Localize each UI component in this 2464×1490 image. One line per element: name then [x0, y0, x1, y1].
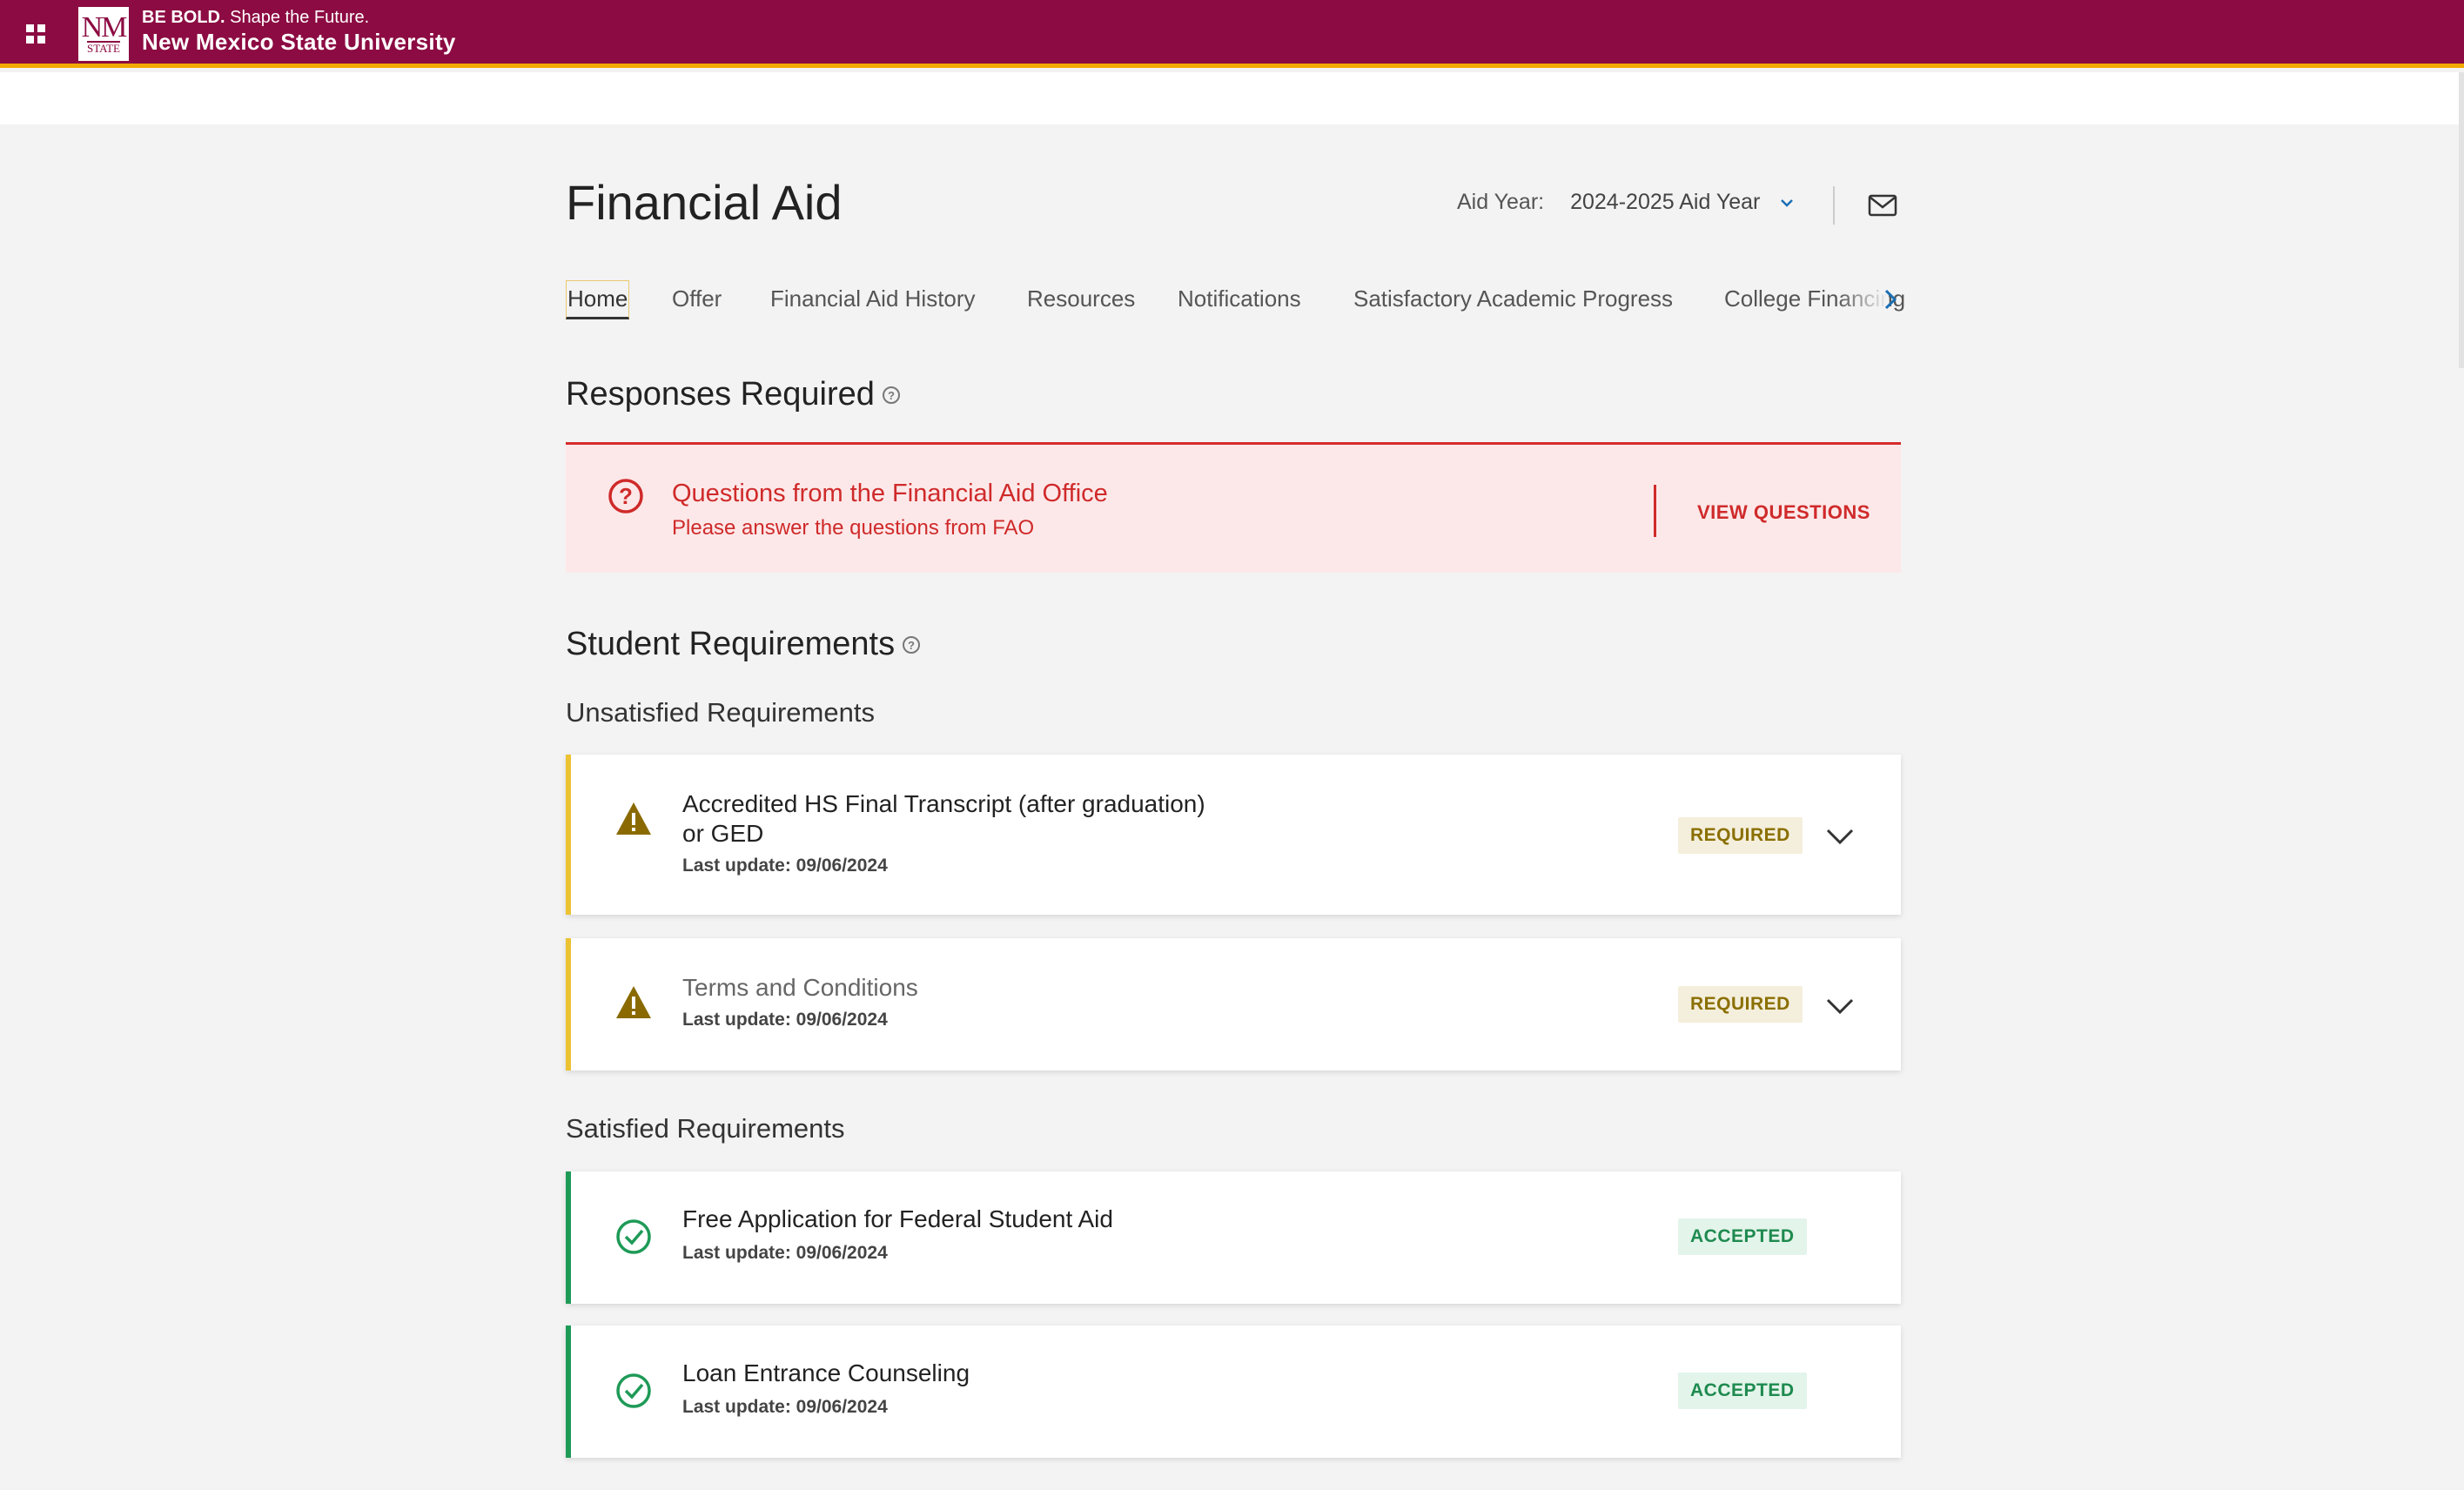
- help-circle-icon[interactable]: ?: [882, 386, 901, 405]
- student-requirements-heading: Student Requirements ?: [566, 626, 921, 663]
- satisfied-requirements-heading: Satisfied Requirements: [566, 1113, 845, 1144]
- scrollbar[interactable]: [2459, 72, 2464, 368]
- requirement-title: Accredited HS Final Transcript (after gr…: [682, 790, 1205, 817]
- header-divider: [1833, 186, 1835, 225]
- brand-tagline: BE BOLD. Shape the Future.: [142, 7, 456, 28]
- university-name: New Mexico State University: [142, 29, 456, 55]
- logo-nm: NM: [81, 10, 128, 44]
- unsatisfied-requirements-heading: Unsatisfied Requirements: [566, 697, 875, 728]
- tab-resources[interactable]: Resources: [1025, 280, 1137, 318]
- requirement-card-hs-transcript[interactable]: Accredited HS Final Transcript (after gr…: [566, 755, 1901, 915]
- tab-financial-aid-history[interactable]: Financial Aid History: [769, 280, 977, 318]
- status-badge: ACCEPTED: [1678, 1373, 1807, 1409]
- requirement-card-fafsa: Free Application for Federal Student Aid…: [566, 1171, 1901, 1304]
- tab-offer[interactable]: Offer: [670, 280, 723, 318]
- grid-icon[interactable]: [26, 24, 45, 44]
- tab-home[interactable]: Home: [566, 280, 630, 319]
- requirement-card-loan-counseling: Loan Entrance Counseling Last update: 09…: [566, 1326, 1901, 1458]
- requirement-last-update: Last update: 09/06/2024: [682, 1397, 888, 1417]
- requirement-title-line2: or GED: [682, 820, 764, 847]
- chevron-down-icon[interactable]: [1779, 195, 1795, 211]
- warning-triangle-icon: [616, 986, 651, 1018]
- svg-text:?: ?: [908, 639, 915, 652]
- responses-required-title: Responses Required: [566, 376, 875, 413]
- university-logo[interactable]: NM STATE: [78, 7, 129, 61]
- status-badge: REQUIRED: [1678, 986, 1803, 1023]
- logo-state: STATE: [87, 40, 120, 55]
- check-circle-icon: [616, 1219, 651, 1254]
- top-bar: NM STATE BE BOLD. Shape the Future. New …: [0, 0, 2464, 68]
- requirement-title: Loan Entrance Counseling: [682, 1359, 970, 1386]
- responses-required-heading: Responses Required ?: [566, 376, 901, 413]
- mail-icon[interactable]: [1868, 193, 1897, 218]
- warning-triangle-icon: [616, 802, 651, 835]
- brand: BE BOLD. Shape the Future. New Mexico St…: [142, 7, 456, 56]
- chevron-down-icon[interactable]: [1824, 996, 1856, 1017]
- tagline-rest: Shape the Future.: [225, 8, 370, 27]
- aid-year-value[interactable]: 2024-2025 Aid Year: [1570, 190, 1760, 215]
- aid-year-selector[interactable]: Aid Year: 2024-2025 Aid Year: [1457, 190, 1795, 215]
- chevron-down-icon[interactable]: [1824, 826, 1856, 847]
- alert-subtitle: Please answer the questions from FAO: [672, 516, 1035, 540]
- tab-satisfactory-academic-progress[interactable]: Satisfactory Academic Progress: [1352, 280, 1675, 318]
- requirement-last-update: Last update: 09/06/2024: [682, 1243, 888, 1263]
- tab-bar: Home Offer Financial Aid History Resourc…: [566, 280, 1906, 322]
- requirement-card-terms[interactable]: Terms and Conditions Last update: 09/06/…: [566, 938, 1901, 1071]
- tab-notifications[interactable]: Notifications: [1176, 280, 1303, 318]
- help-circle-icon[interactable]: ?: [902, 635, 921, 654]
- aid-year-label: Aid Year:: [1457, 190, 1545, 214]
- view-questions-button[interactable]: VIEW QUESTIONS: [1697, 501, 1870, 524]
- requirement-title: Terms and Conditions: [682, 974, 918, 1001]
- status-badge: REQUIRED: [1678, 817, 1803, 854]
- tagline-bold: BE BOLD.: [142, 8, 225, 27]
- sub-header-bar: [0, 72, 2464, 124]
- requirement-last-update: Last update: 09/06/2024: [682, 1010, 888, 1030]
- question-circle-icon: ?: [608, 479, 643, 513]
- page-title: Financial Aid: [566, 175, 843, 230]
- questions-alert: ? Questions from the Financial Aid Offic…: [566, 442, 1901, 573]
- check-circle-icon: [616, 1373, 651, 1408]
- svg-text:?: ?: [888, 389, 895, 402]
- svg-text:?: ?: [619, 483, 633, 509]
- alert-divider: [1654, 485, 1656, 537]
- student-requirements-title: Student Requirements: [566, 626, 896, 662]
- chevron-right-icon[interactable]: [1882, 287, 1899, 312]
- status-badge: ACCEPTED: [1678, 1218, 1807, 1255]
- alert-title: Questions from the Financial Aid Office: [672, 480, 1108, 507]
- tab-fade: [1836, 280, 1889, 322]
- requirement-title: Free Application for Federal Student Aid: [682, 1205, 1113, 1232]
- requirement-last-update: Last update: 09/06/2024: [682, 856, 888, 876]
